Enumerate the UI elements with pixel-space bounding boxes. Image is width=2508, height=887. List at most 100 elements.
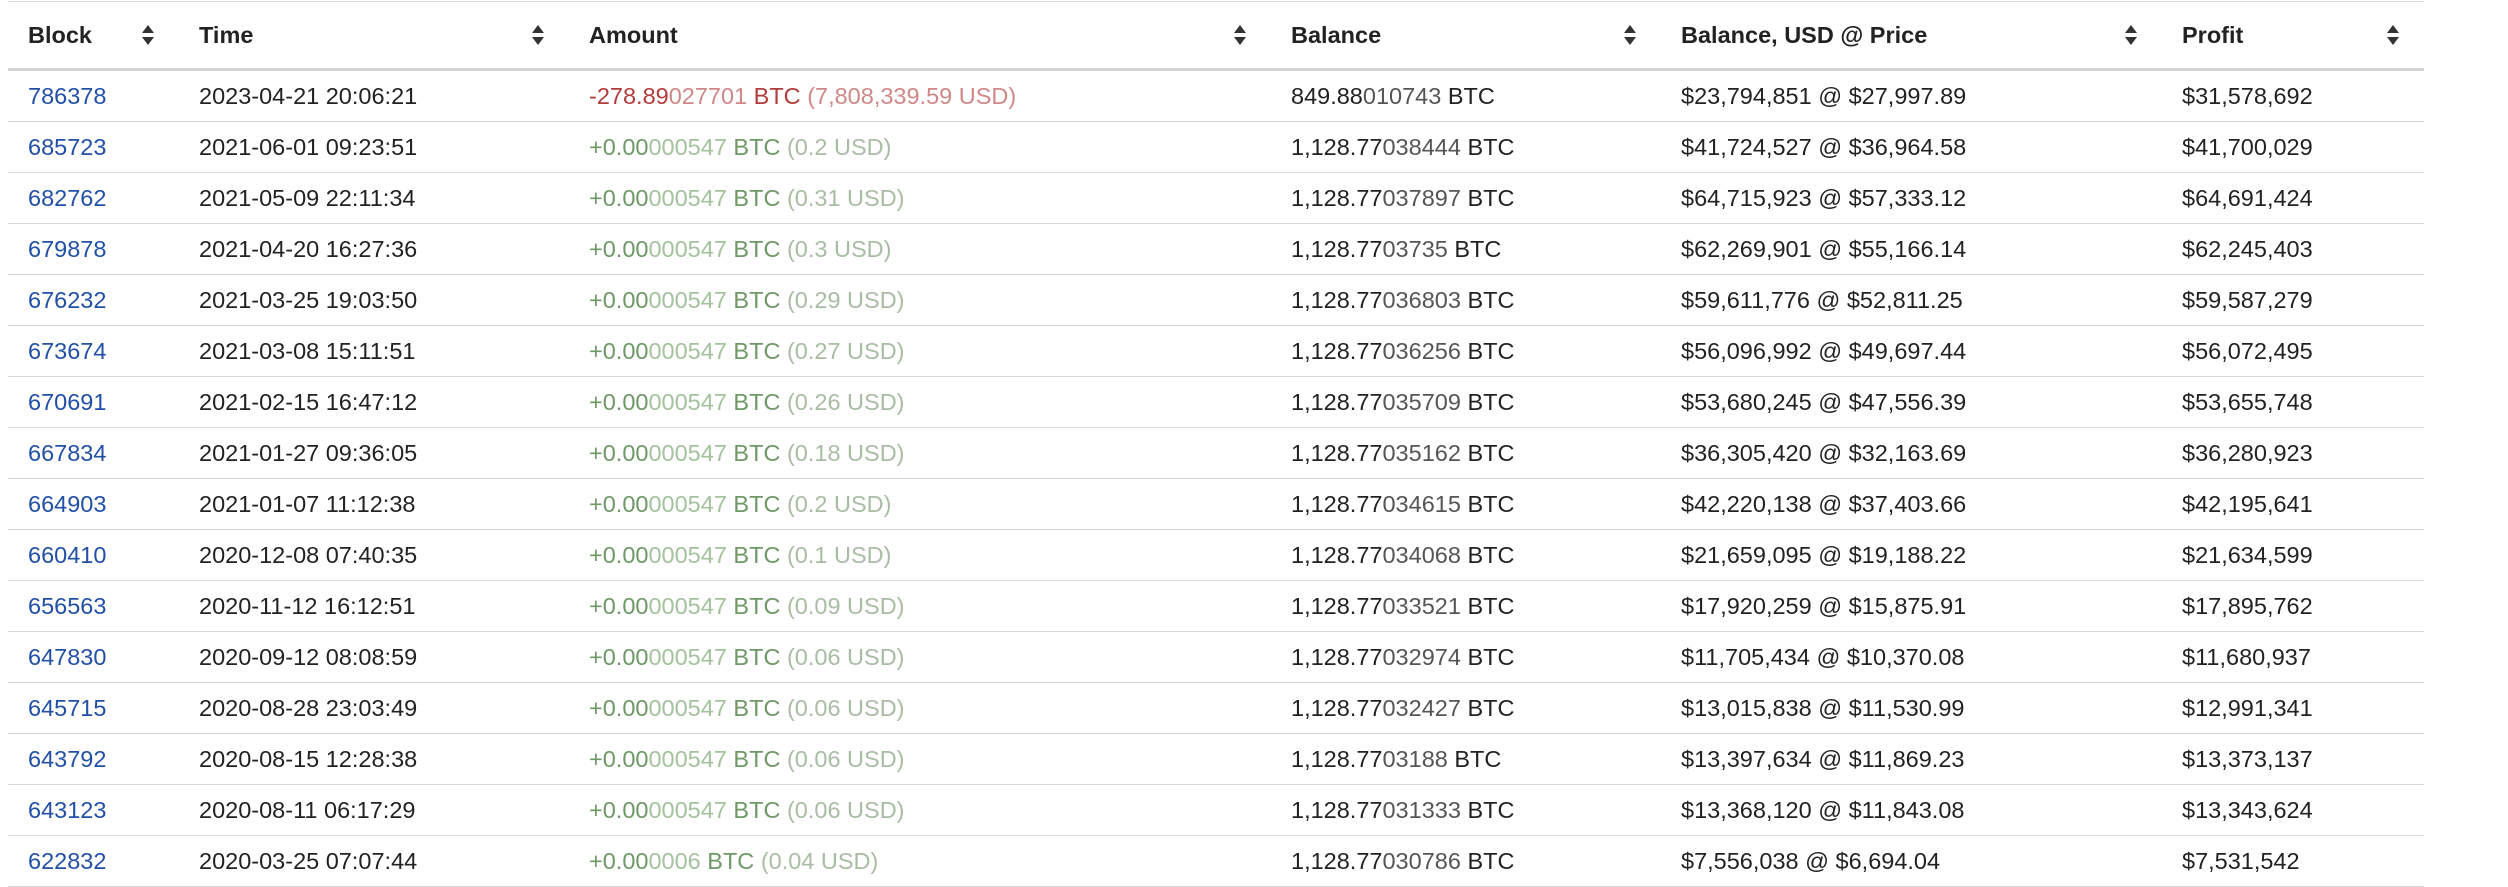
amount-usd: (0.09 USD) xyxy=(786,592,905,619)
block-link[interactable]: 676232 xyxy=(28,287,106,313)
balance-fraction: 034068 xyxy=(1382,541,1461,568)
cell-amount: +0.00000547 BTC (0.29 USD) xyxy=(569,274,1271,326)
amount-unit: BTC xyxy=(733,286,781,313)
block-link[interactable]: 670691 xyxy=(28,389,106,415)
block-link[interactable]: 786378 xyxy=(28,83,106,109)
column-header-label: Balance xyxy=(1291,21,1382,48)
amount-unit: BTC xyxy=(733,694,781,721)
amount-fraction: 0006 xyxy=(648,847,701,874)
block-link[interactable]: 643792 xyxy=(28,746,106,772)
balance-fraction: 03188 xyxy=(1382,745,1448,772)
balance-main: 1,128.77 xyxy=(1291,235,1383,262)
cell-block: 656563 xyxy=(8,580,179,632)
block-link[interactable]: 647830 xyxy=(28,644,106,670)
sort-both-icon[interactable] xyxy=(1623,24,1637,46)
column-header-profit[interactable]: Profit xyxy=(2162,1,2424,71)
column-header-amount[interactable]: Amount xyxy=(569,1,1271,71)
cell-block: 673674 xyxy=(8,325,179,377)
block-link[interactable]: 656563 xyxy=(28,593,106,619)
cell-profit: $11,680,937 xyxy=(2162,631,2424,683)
cell-time: 2021-03-25 19:03:50 xyxy=(179,274,569,326)
block-link[interactable]: 679878 xyxy=(28,236,106,262)
amount-usd: (0.27 USD) xyxy=(786,337,905,364)
cell-balance: 1,128.77032974 BTC xyxy=(1271,631,1661,683)
sort-both-icon[interactable] xyxy=(2124,24,2138,46)
sort-both-icon[interactable] xyxy=(531,24,545,46)
amount-main: +0.00 xyxy=(589,745,649,772)
column-header-balance-usd-price[interactable]: Balance, USD @ Price xyxy=(1661,1,2162,71)
amount-unit: BTC xyxy=(733,133,781,160)
block-link[interactable]: 643123 xyxy=(28,797,106,823)
amount-unit: BTC xyxy=(733,337,781,364)
balance-fraction: 036256 xyxy=(1382,337,1461,364)
block-link[interactable]: 622832 xyxy=(28,848,106,874)
transactions-table: Block Time Amount Balance Balance, USD @… xyxy=(8,1,2424,887)
column-header-time[interactable]: Time xyxy=(179,1,569,71)
cell-balance-usd-price: $56,096,992 @ $49,697.44 xyxy=(1661,325,2162,377)
sort-both-icon[interactable] xyxy=(141,24,155,46)
table-row: 622832 2020-03-25 07:07:44 +0.000006 BTC (… xyxy=(8,835,2424,887)
amount-fraction: 000547 xyxy=(648,337,727,364)
amount-usd: (0.04 USD) xyxy=(760,847,879,874)
cell-balance: 1,128.7703188 BTC xyxy=(1271,733,1661,785)
balance-main: 1,128.77 xyxy=(1291,643,1383,670)
balance-unit: BTC xyxy=(1467,439,1515,466)
table-row: 647830 2020-09-12 08:08:59 +0.00000547 BTC… xyxy=(8,631,2424,683)
block-link[interactable]: 660410 xyxy=(28,542,106,568)
amount-main: +0.00 xyxy=(589,592,649,619)
cell-time: 2021-04-20 16:27:36 xyxy=(179,223,569,275)
amount-main: +0.00 xyxy=(589,133,649,160)
sort-both-icon[interactable] xyxy=(2386,24,2400,46)
column-header-balance[interactable]: Balance xyxy=(1271,1,1661,71)
cell-balance: 1,128.77036256 BTC xyxy=(1271,325,1661,377)
column-header-label: Time xyxy=(199,21,254,48)
amount-fraction: 000547 xyxy=(648,133,727,160)
amount-usd: (0.06 USD) xyxy=(786,796,905,823)
block-link[interactable]: 673674 xyxy=(28,338,106,364)
amount-fraction: 000547 xyxy=(648,745,727,772)
cell-block: 786378 xyxy=(8,69,179,122)
table-row: 670691 2021-02-15 16:47:12 +0.00000547 BTC… xyxy=(8,376,2424,428)
balance-fraction: 03735 xyxy=(1382,235,1448,262)
cell-time: 2020-09-12 08:08:59 xyxy=(179,631,569,683)
cell-time: 2023-04-21 20:06:21 xyxy=(179,69,569,122)
block-link[interactable]: 664903 xyxy=(28,491,106,517)
balance-unit: BTC xyxy=(1467,592,1515,619)
block-link[interactable]: 682762 xyxy=(28,185,106,211)
cell-balance: 1,128.77034615 BTC xyxy=(1271,478,1661,530)
column-header-block[interactable]: Block xyxy=(8,1,179,71)
amount-fraction: 000547 xyxy=(648,439,727,466)
cell-block: 667834 xyxy=(8,427,179,479)
cell-balance: 1,128.77035709 BTC xyxy=(1271,376,1661,428)
column-header-label: Balance, USD @ Price xyxy=(1681,21,1928,48)
balance-main: 1,128.77 xyxy=(1291,490,1383,517)
balance-fraction: 032974 xyxy=(1382,643,1461,670)
amount-usd: (0.06 USD) xyxy=(786,694,905,721)
amount-usd: (0.18 USD) xyxy=(786,439,905,466)
amount-usd: (0.2 USD) xyxy=(786,490,892,517)
cell-balance-usd-price: $13,015,838 @ $11,530.99 xyxy=(1661,682,2162,734)
cell-balance-usd-price: $64,715,923 @ $57,333.12 xyxy=(1661,172,2162,224)
balance-main: 849.88 xyxy=(1291,82,1363,109)
cell-balance-usd-price: $13,368,120 @ $11,843.08 xyxy=(1661,784,2162,836)
cell-time: 2021-03-08 15:11:51 xyxy=(179,325,569,377)
amount-unit: BTC xyxy=(733,643,781,670)
cell-profit: $59,587,279 xyxy=(2162,274,2424,326)
balance-fraction: 035162 xyxy=(1382,439,1461,466)
block-link[interactable]: 645715 xyxy=(28,695,106,721)
block-link[interactable]: 685723 xyxy=(28,134,106,160)
balance-unit: BTC xyxy=(1454,745,1502,772)
table-row: 645715 2020-08-28 23:03:49 +0.00000547 BTC… xyxy=(8,682,2424,734)
cell-balance: 1,128.77038444 BTC xyxy=(1271,121,1661,173)
cell-balance-usd-price: $7,556,038 @ $6,694.04 xyxy=(1661,835,2162,887)
column-header-label: Profit xyxy=(2182,21,2244,48)
cell-block: 647830 xyxy=(8,631,179,683)
amount-fraction: 027701 xyxy=(668,82,748,109)
block-link[interactable]: 667834 xyxy=(28,440,106,466)
cell-profit: $13,373,137 xyxy=(2162,733,2424,785)
table-row: 660410 2020-12-08 07:40:35 +0.00000547 BTC… xyxy=(8,529,2424,581)
amount-main: +0.00 xyxy=(589,694,649,721)
amount-fraction: 000547 xyxy=(648,490,727,517)
sort-both-icon[interactable] xyxy=(1233,24,1247,46)
table-row: 679878 2021-04-20 16:27:36 +0.00000547 BTC… xyxy=(8,223,2424,275)
